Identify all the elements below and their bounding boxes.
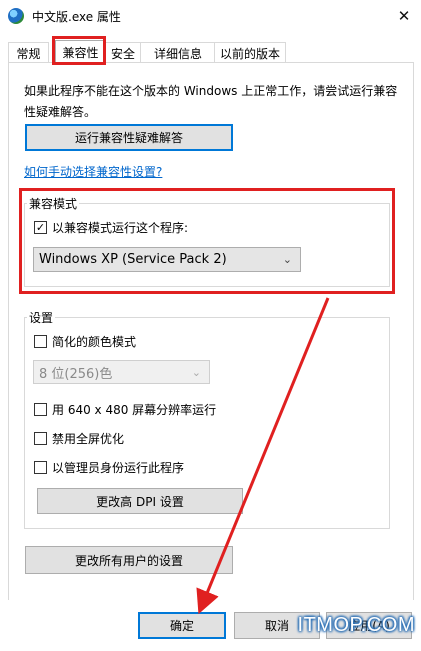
highlight-box-compat-mode — [19, 188, 395, 294]
tab-previous-versions[interactable]: 以前的版本 — [214, 42, 286, 63]
tab-general[interactable]: 常规 — [8, 42, 49, 63]
checkbox-unchecked-icon — [34, 403, 47, 416]
checkbox-unchecked-icon — [34, 432, 47, 445]
manual-settings-link[interactable]: 如何手动选择兼容性设置? — [24, 163, 162, 180]
close-button[interactable]: ✕ — [387, 0, 421, 31]
change-dpi-button[interactable]: 更改高 DPI 设置 — [37, 488, 243, 514]
tab-security[interactable]: 安全 — [104, 42, 142, 63]
checkbox-unchecked-icon — [34, 461, 47, 474]
intro-text: 如果此程序不能在这个版本的 Windows 上正常工作，请尝试运行兼容性疑难解答… — [24, 84, 398, 119]
globe-icon — [8, 8, 24, 24]
color-depth-value: 8 位(256)色 — [39, 366, 113, 382]
troubleshoot-button[interactable]: 运行兼容性疑难解答 — [25, 124, 233, 151]
res-640-label: 用 640 x 480 屏幕分辨率运行 — [52, 403, 217, 417]
reduced-color-checkbox[interactable]: 简化的颜色模式 — [34, 333, 136, 350]
close-icon: ✕ — [397, 6, 411, 25]
window-title: 中文版.exe 属性 — [32, 10, 121, 24]
color-depth-select: 8 位(256)色 ⌄ — [33, 360, 210, 384]
checkbox-unchecked-icon — [34, 335, 47, 348]
reduced-color-label: 简化的颜色模式 — [52, 335, 137, 349]
ok-button[interactable]: 确定 — [138, 612, 226, 639]
watermark: ITMOP.COM — [297, 614, 415, 636]
change-all-users-button[interactable]: 更改所有用户的设置 — [25, 546, 233, 574]
disable-fullscreen-checkbox[interactable]: 禁用全屏优化 — [34, 430, 124, 447]
tab-details[interactable]: 详细信息 — [140, 42, 216, 63]
res-640-checkbox[interactable]: 用 640 x 480 屏幕分辨率运行 — [34, 401, 216, 418]
run-as-admin-label: 以管理员身份运行此程序 — [52, 461, 185, 475]
disable-fullscreen-label: 禁用全屏优化 — [52, 432, 125, 446]
run-as-admin-checkbox[interactable]: 以管理员身份运行此程序 — [34, 459, 184, 476]
highlight-box-tab — [52, 36, 106, 65]
chevron-down-icon: ⌄ — [191, 365, 201, 379]
settings-legend: 设置 — [29, 311, 54, 325]
